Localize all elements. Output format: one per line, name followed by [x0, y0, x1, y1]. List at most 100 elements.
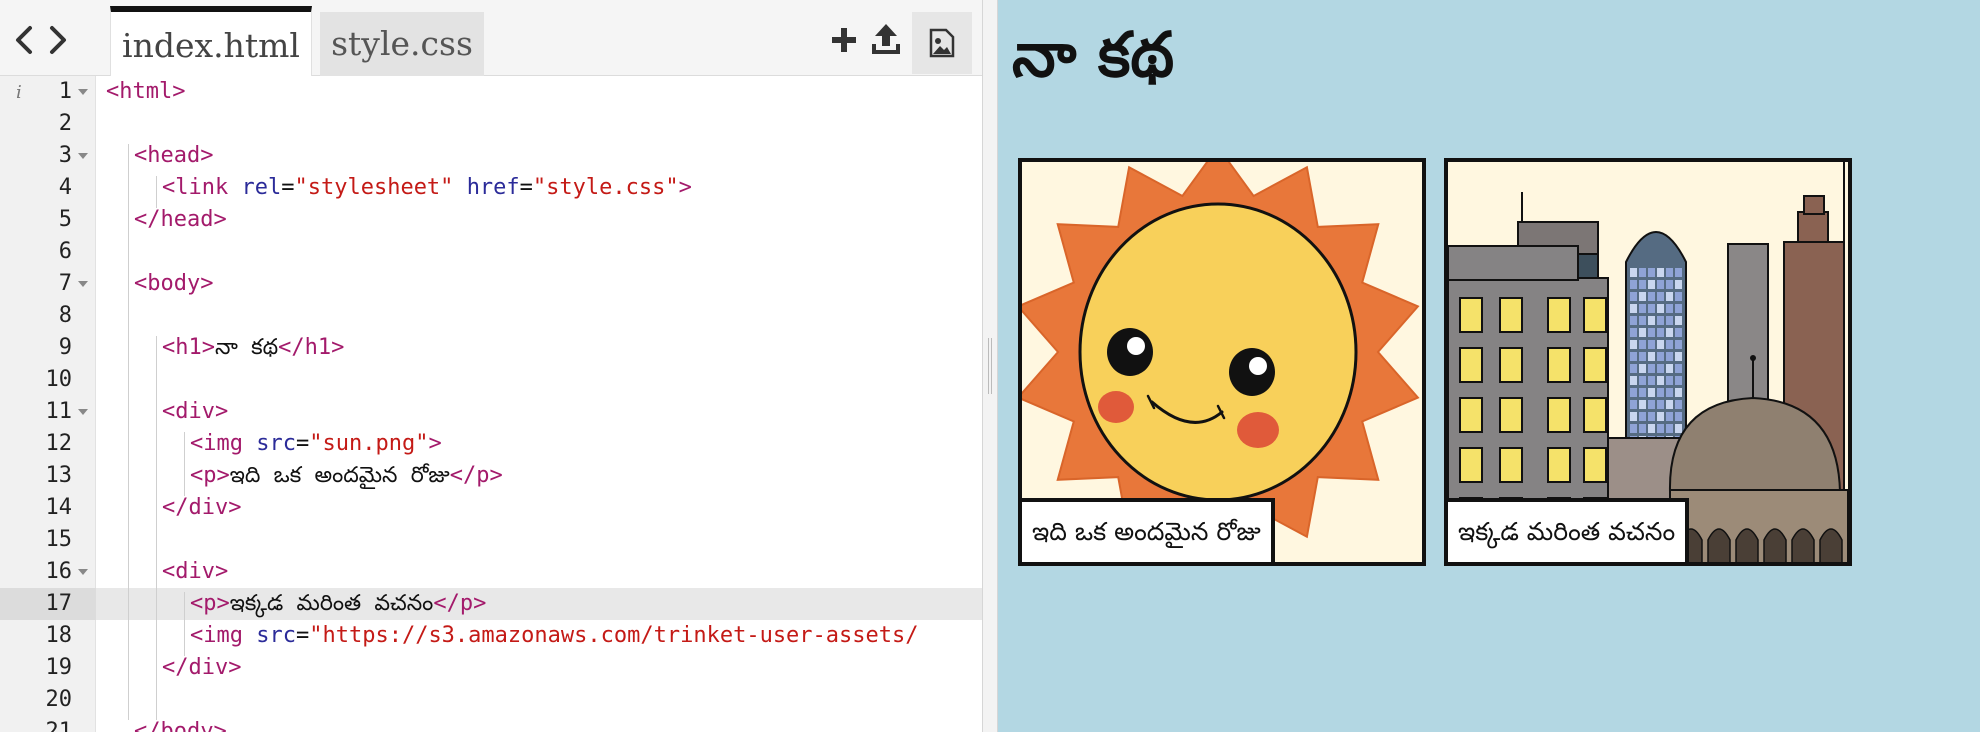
fold-arrow-icon[interactable] — [78, 569, 88, 575]
code-line: </div> — [162, 652, 241, 684]
code-line: <html> — [106, 76, 185, 108]
line-number: 1 — [58, 79, 72, 104]
code-token: <img — [190, 623, 257, 648]
preview-pane: నా కథ ఇది ఒక అందమైన రోజు ఇక్కడ మరింత వచన… — [998, 0, 1980, 732]
code-token: > — [428, 431, 442, 456]
code-token: = — [295, 623, 310, 648]
line-number: 2 — [58, 111, 72, 136]
code-line: <h1>నా కథ</h1> — [162, 332, 344, 364]
code-line: <body> — [134, 268, 213, 300]
code-line: </head> — [134, 204, 227, 236]
code-token: </p> — [433, 591, 487, 616]
code-token: <link — [162, 175, 242, 200]
code-token: <body> — [134, 271, 214, 296]
fold-arrow-icon[interactable] — [78, 281, 88, 287]
info-icon: i — [16, 82, 22, 103]
code-token: src — [256, 623, 296, 648]
code-token: <div> — [162, 559, 229, 584]
comic-panel-sun: ఇది ఒక అందమైన రోజు — [1018, 158, 1426, 566]
line-number: 17 — [45, 591, 73, 616]
panel-caption: ఇక్కడ మరింత వచనం — [1448, 498, 1690, 562]
fold-arrow-icon[interactable] — [78, 89, 88, 95]
code-token: "stylesheet" — [294, 175, 454, 200]
code-token: నా కథ — [214, 335, 279, 360]
code-token: rel — [241, 175, 282, 200]
code-line: <div> — [162, 556, 228, 588]
chevron-left-icon[interactable] — [8, 22, 38, 58]
line-number: 11 — [45, 399, 73, 424]
line-number: 12 — [45, 431, 73, 456]
code-token: </head> — [134, 207, 227, 232]
line-number: 4 — [58, 175, 72, 200]
fold-arrow-icon[interactable] — [78, 409, 88, 415]
image-icon[interactable] — [912, 12, 972, 74]
code-token: <html> — [106, 79, 186, 104]
code-line: <head> — [134, 140, 213, 172]
line-number: 13 — [45, 463, 73, 488]
code-token: <head> — [134, 143, 214, 168]
code-token: <div> — [162, 399, 229, 424]
code-token: src — [256, 431, 296, 456]
code-line: <p>ఇది ఒక అందమైన రోజు</p> — [190, 460, 503, 492]
plus-icon[interactable] — [824, 18, 864, 62]
chevron-right-icon[interactable] — [44, 22, 74, 58]
code-token: "style.css" — [532, 175, 679, 200]
line-number: 6 — [58, 239, 72, 264]
line-number: 15 — [45, 527, 73, 552]
indent-guide — [128, 144, 129, 720]
code-token: ఇది ఒక అందమైన రోజు — [229, 463, 450, 488]
code-token: <p> — [190, 463, 230, 488]
line-number: 14 — [45, 495, 73, 520]
code-line: <img src="sun.png"> — [190, 428, 442, 460]
line-number: 16 — [45, 559, 73, 584]
page-title: నా కథ — [1012, 18, 1175, 91]
code-token: <p> — [190, 591, 230, 616]
code-token: > — [678, 175, 692, 200]
tab-style-css[interactable]: style.css — [320, 12, 484, 76]
code-token: <h1> — [162, 335, 215, 360]
indent-guide — [184, 592, 185, 656]
line-number: 21 — [45, 719, 73, 732]
line-number: 20 — [45, 687, 73, 712]
code-token: </div> — [162, 655, 242, 680]
code-line: </div> — [162, 492, 241, 524]
code-token: "sun.png" — [309, 431, 429, 456]
code-token: = — [281, 175, 295, 200]
line-number: 8 — [58, 303, 72, 328]
code-token: <img — [190, 431, 257, 456]
code-token: "https://s3.amazonaws.com/trinket-user-a… — [309, 623, 919, 648]
code-line: <link rel="stylesheet" href="style.css"> — [162, 172, 692, 204]
code-token: = — [519, 175, 533, 200]
pane-splitter[interactable] — [982, 0, 998, 732]
indent-guide — [184, 432, 185, 496]
upload-icon[interactable] — [866, 18, 906, 62]
code-line: <img src="https://s3.amazonaws.com/trink… — [190, 620, 919, 652]
code-token: </h1> — [278, 335, 345, 360]
code-token: </p> — [449, 463, 503, 488]
indent-guide — [156, 336, 157, 720]
line-number: 5 — [58, 207, 72, 232]
line-number: 9 — [58, 335, 72, 360]
tab-index-html[interactable]: index.html — [110, 6, 312, 76]
line-number: 19 — [45, 655, 73, 680]
code-token: </div> — [162, 495, 242, 520]
code-editor-pane: index.html style.css i 1 2 3 4 5 6 7 8 9 10 11 12 13… — [0, 0, 982, 732]
code-token: href — [466, 175, 520, 200]
code-token: </body> — [134, 719, 227, 732]
line-number: 18 — [45, 623, 73, 648]
line-number: 7 — [58, 271, 72, 296]
editor-tab-bar: index.html style.css — [0, 0, 982, 76]
code-line: </body> — [134, 716, 227, 732]
fold-arrow-icon[interactable] — [78, 153, 88, 159]
splitter-grip-icon[interactable] — [988, 338, 992, 394]
panel-caption: ఇది ఒక అందమైన రోజు — [1022, 498, 1275, 562]
comic-panel-city: ఇక్కడ మరింత వచనం — [1444, 158, 1852, 566]
line-number: 3 — [58, 143, 72, 168]
code-area[interactable]: <html> <head> <link rel="stylesheet" href=… — [96, 76, 982, 732]
code-token: = — [295, 431, 310, 456]
code-line: <p>ఇక్కడ మరింత వచనం</p> — [190, 588, 486, 620]
code-token: ఇక్కడ మరింత వచనం — [229, 591, 434, 616]
line-number: 10 — [45, 367, 73, 392]
code-line: <div> — [162, 396, 228, 428]
